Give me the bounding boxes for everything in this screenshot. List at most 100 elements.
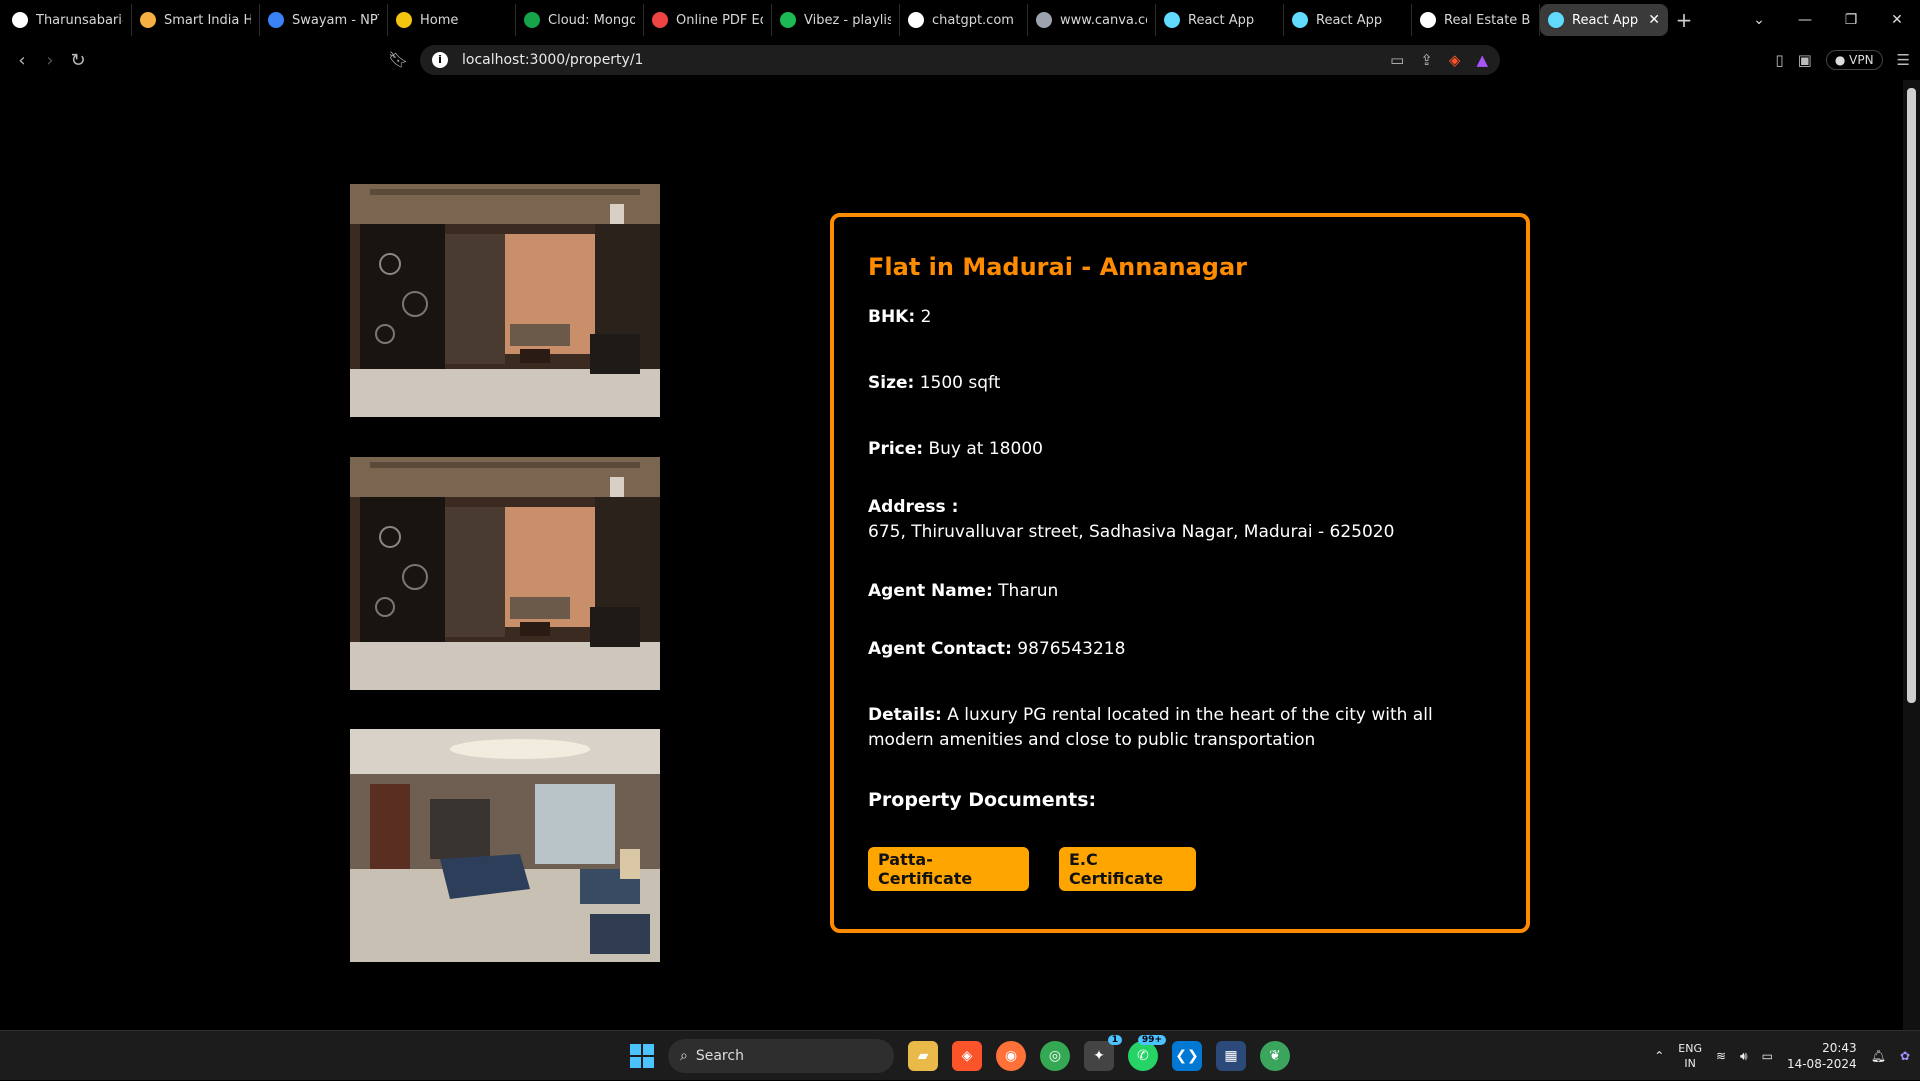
tab-title: Swayam - NPTE bbox=[292, 12, 379, 28]
copilot-badge: 1 bbox=[1107, 1035, 1122, 1045]
tab-title: Online PDF Edit bbox=[676, 12, 763, 28]
browser-tab[interactable]: React App bbox=[1284, 4, 1412, 36]
st-icon bbox=[1420, 12, 1436, 28]
browser-tab[interactable]: Tharunsabari8/ bbox=[4, 4, 132, 36]
search-placeholder: Search bbox=[695, 1048, 744, 1064]
reload-icon[interactable]: ↻ bbox=[64, 46, 92, 74]
wifi-icon[interactable]: ≋ bbox=[1716, 1049, 1726, 1063]
pdf-icon bbox=[652, 12, 668, 28]
browser-tab[interactable]: Home bbox=[388, 4, 516, 36]
brave-browser-icon[interactable]: ◈ bbox=[952, 1041, 982, 1071]
browser-tab[interactable]: Online PDF Edit bbox=[644, 4, 772, 36]
site-info-icon[interactable]: i bbox=[432, 52, 448, 68]
notification-bell-icon[interactable]: 🔔︎ bbox=[1871, 1049, 1886, 1063]
browser-tab[interactable]: www.canva.com bbox=[1028, 4, 1156, 36]
file-explorer-icon[interactable]: ▰ bbox=[908, 1041, 938, 1071]
ec-certificate-button[interactable]: E.C Certificate bbox=[1059, 847, 1196, 891]
close-window-icon[interactable]: ✕ bbox=[1874, 12, 1920, 28]
volume-icon[interactable]: 🔊︎ bbox=[1740, 1049, 1748, 1064]
clock[interactable]: 20:43 14-08-2024 bbox=[1787, 1040, 1857, 1072]
new-tab-button[interactable]: + bbox=[1668, 8, 1700, 32]
url-text[interactable]: localhost:3000/property/1 bbox=[462, 52, 643, 68]
canva-icon bbox=[1036, 12, 1052, 28]
price-row: Price: Buy at 18000 bbox=[868, 437, 1043, 462]
tab-search-icon[interactable]: ⌄ bbox=[1736, 12, 1782, 28]
browser-tab[interactable]: React App ✕ bbox=[1540, 4, 1668, 36]
vpn-label: VPN bbox=[1849, 53, 1874, 67]
vscode-icon[interactable]: ❮❯ bbox=[1172, 1041, 1202, 1071]
tab-title: Real Estate Ban bbox=[1444, 12, 1531, 28]
page-content: Flat in Madurai - Annanagar BHK: 2 Size:… bbox=[0, 80, 1903, 1030]
language-indicator[interactable]: ENG IN bbox=[1678, 1041, 1702, 1071]
swayam-icon bbox=[268, 12, 284, 28]
forward-icon[interactable]: › bbox=[36, 46, 64, 74]
tab-title: Cloud: MongoD bbox=[548, 12, 635, 28]
back-icon[interactable]: ‹ bbox=[8, 46, 36, 74]
price-label: Price: bbox=[868, 439, 924, 459]
tab-title: React App bbox=[1316, 12, 1383, 28]
bulb-icon bbox=[140, 12, 156, 28]
browser-tab[interactable]: chatgpt.com bbox=[900, 4, 1028, 36]
bhk-row: BHK: 2 bbox=[868, 305, 931, 330]
vpn-button[interactable]: ● VPN bbox=[1825, 50, 1883, 70]
agent-value: Tharun bbox=[992, 581, 1059, 601]
lang-top: ENG bbox=[1678, 1042, 1702, 1055]
copilot-tray-icon[interactable]: ✿ bbox=[1900, 1049, 1910, 1063]
firefox-icon[interactable]: ◉ bbox=[996, 1041, 1026, 1071]
share-icon[interactable]: ⇪ bbox=[1420, 51, 1433, 69]
brave-rewards-icon[interactable]: ▲ bbox=[1476, 51, 1488, 69]
spotify-icon bbox=[780, 12, 796, 28]
property-image-1 bbox=[350, 184, 660, 417]
battery-icon[interactable]: ▭ bbox=[1762, 1049, 1773, 1063]
wallet-icon[interactable]: ▣ bbox=[1798, 51, 1812, 69]
details-label: Details: bbox=[868, 705, 942, 725]
browser-tab[interactable]: React App bbox=[1156, 4, 1284, 36]
contact-label: Agent Contact: bbox=[868, 639, 1012, 659]
restore-icon[interactable]: ❐ bbox=[1828, 12, 1874, 28]
browser-tab[interactable]: Cloud: MongoD bbox=[516, 4, 644, 36]
whatsapp-icon[interactable]: ✆ 99+ bbox=[1128, 1035, 1166, 1071]
whatsapp-badge: 99+ bbox=[1137, 1035, 1166, 1045]
close-tab-icon[interactable]: ✕ bbox=[1648, 12, 1660, 28]
browser-tab[interactable]: Smart India Ha bbox=[132, 4, 260, 36]
browser-toolbar: ‹ › ↻ 🔖︎ i localhost:3000/property/1 ▭ ⇪… bbox=[0, 40, 1920, 80]
copilot-icon[interactable]: ✦ 1 bbox=[1084, 1035, 1122, 1071]
browser-tab[interactable]: Vibez - playlist bbox=[772, 4, 900, 36]
spring-icon[interactable]: ❦ bbox=[1260, 1041, 1290, 1071]
property-image-3 bbox=[350, 729, 660, 962]
brave-shield-icon[interactable]: ◈ bbox=[1449, 51, 1461, 69]
menu-icon[interactable]: ☰ bbox=[1897, 51, 1910, 69]
browser-tab[interactable]: Swayam - NPTE bbox=[260, 4, 388, 36]
documents-title: Property Documents: bbox=[868, 789, 1097, 811]
bookmark-icon[interactable]: 🔖︎ bbox=[388, 50, 408, 69]
tab-strip: Tharunsabari8/Smart India Ha Swayam - NPT… bbox=[0, 0, 1920, 40]
property-image-2 bbox=[350, 457, 660, 690]
address-bar[interactable]: i localhost:3000/property/1 ▭ ⇪ ◈ ▲ bbox=[420, 45, 1500, 75]
react-icon bbox=[1164, 12, 1180, 28]
details-value: A luxury PG rental located in the heart … bbox=[868, 705, 1433, 750]
size-value: 1500 sqft bbox=[914, 373, 1001, 393]
window-controls: ⌄ — ❐ ✕ bbox=[1736, 0, 1920, 40]
minimize-icon[interactable]: — bbox=[1782, 12, 1828, 28]
address-row: Address : 675, Thiruvalluvar street, Sadh… bbox=[868, 495, 1394, 545]
sidebar-icon[interactable]: ▯ bbox=[1775, 51, 1783, 69]
tab-title: www.canva.com bbox=[1060, 12, 1147, 28]
patta-certificate-button[interactable]: Patta-Certificate bbox=[868, 847, 1029, 891]
scrollbar-thumb[interactable] bbox=[1907, 88, 1916, 703]
taskbar-search[interactable]: ⌕ Search bbox=[668, 1039, 894, 1073]
windows-start-icon[interactable] bbox=[630, 1044, 654, 1068]
tab-title: chatgpt.com bbox=[932, 12, 1014, 28]
app-icon[interactable]: ▦ bbox=[1216, 1041, 1246, 1071]
chrome-icon[interactable]: ◎ bbox=[1040, 1041, 1070, 1071]
tab-title: React App bbox=[1572, 12, 1639, 28]
show-hidden-icons-icon[interactable]: ⌃ bbox=[1654, 1049, 1664, 1063]
agent-label: Agent Name: bbox=[868, 581, 993, 601]
browser-tab[interactable]: Real Estate Ban bbox=[1412, 4, 1540, 36]
github-icon bbox=[12, 12, 28, 28]
cast-icon[interactable]: ▭ bbox=[1390, 51, 1404, 69]
bhk-label: BHK: bbox=[868, 307, 916, 327]
contact-value: 9876543218 bbox=[1011, 639, 1126, 659]
tab-title: Vibez - playlist bbox=[804, 12, 891, 28]
chatgpt-icon bbox=[908, 12, 924, 28]
address-label: Address : bbox=[868, 497, 959, 517]
